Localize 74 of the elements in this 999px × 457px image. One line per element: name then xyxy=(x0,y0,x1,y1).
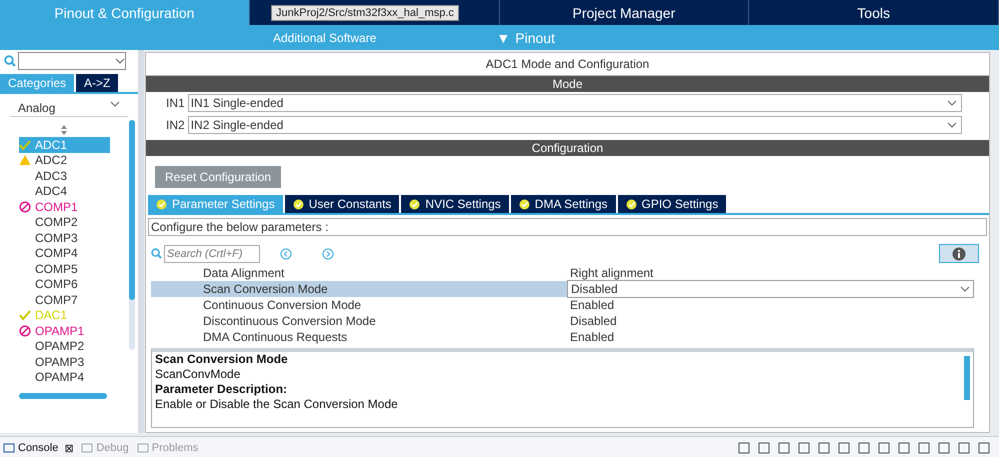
vertical-scrollbar[interactable] xyxy=(129,120,135,350)
chevron-icon[interactable] xyxy=(960,286,970,292)
settings-tab[interactable]: NVIC Settings xyxy=(401,195,509,213)
horizontal-scrollbar[interactable] xyxy=(19,393,107,399)
section-header: Mode xyxy=(146,76,989,92)
peripheral-item[interactable]: COMP3 xyxy=(19,230,110,246)
peripheral-item[interactable]: ADC4 xyxy=(19,184,110,199)
description-line: Enable or Disable the Scan Conversion Mode xyxy=(155,397,399,412)
peripheral-item[interactable]: OPAMP3 xyxy=(19,354,110,370)
category-dropdown[interactable]: Analog xyxy=(10,100,128,117)
input-label: IN1 xyxy=(166,96,185,110)
parameter-name[interactable]: Discontinuous Conversion Mode xyxy=(151,313,567,329)
peripheral-item[interactable]: COMP7 xyxy=(19,292,110,308)
next-icon[interactable] xyxy=(322,248,334,260)
blocked-icon xyxy=(19,324,31,337)
peripheral-item[interactable]: COMP4 xyxy=(19,246,110,261)
search-icon xyxy=(4,55,16,67)
parameter-value: Enabled xyxy=(569,329,616,345)
peripheral-item[interactable]: COMP6 xyxy=(19,276,110,292)
chevron-icon[interactable] xyxy=(115,58,125,64)
mode-dropdown[interactable]: IN2 Single-ended xyxy=(188,116,962,134)
input-label: IN2 xyxy=(166,118,185,132)
previous-icon[interactable] xyxy=(280,248,292,260)
peripheral-item[interactable]: ADC3 xyxy=(19,168,110,184)
settings-tab[interactable]: DMA Settings xyxy=(510,195,616,213)
description-line: Parameter Description: xyxy=(155,382,288,397)
chevron-icon[interactable] xyxy=(946,100,957,106)
check-circle-icon xyxy=(518,198,530,210)
parameter-value: Enabled xyxy=(569,297,616,313)
check-circle-icon xyxy=(292,198,304,210)
chevron-icon[interactable] xyxy=(110,101,120,107)
scrollbar-thumb[interactable] xyxy=(964,356,970,400)
check-circle-icon xyxy=(626,198,636,210)
value-dropdown[interactable]: Disabled xyxy=(567,280,974,298)
info-button[interactable] xyxy=(939,244,979,263)
view-icon xyxy=(3,442,15,454)
peripheral-item[interactable]: COMP1 xyxy=(19,199,110,214)
peripheral-item[interactable]: COMP2 xyxy=(19,214,110,230)
view-tab[interactable]: Console ⊠ xyxy=(3,442,74,454)
check-circle-icon xyxy=(156,198,167,210)
peripheral-item[interactable]: COMP5 xyxy=(19,261,110,276)
blocked-icon xyxy=(19,200,31,213)
parameter-value: Right alignment xyxy=(569,265,654,281)
close-icon[interactable]: ⊠ xyxy=(64,442,74,454)
peripheral-item[interactable]: OPAMP4 xyxy=(19,370,110,385)
peripheral-item[interactable]: ADC2 xyxy=(19,152,110,168)
parameter-value: Disabled xyxy=(569,313,618,329)
peripheral-item[interactable]: OPAMP2 xyxy=(19,338,110,354)
hint-text: Configure the below parameters : xyxy=(148,218,987,236)
check-circle-icon xyxy=(409,198,420,210)
settings-tab[interactable]: User Constants xyxy=(284,195,400,213)
parameter-name[interactable]: Scan Conversion Mode xyxy=(151,281,567,297)
warning-icon xyxy=(19,154,31,166)
description-line: Scan Conversion Mode xyxy=(155,352,289,367)
parameter-name[interactable]: Continuous Conversion Mode xyxy=(151,297,567,313)
peripheral-item[interactable]: OPAMP1 xyxy=(19,323,110,338)
check-icon xyxy=(19,309,31,322)
sort-icon[interactable] xyxy=(60,125,68,135)
view-tab[interactable]: A->Z xyxy=(76,74,118,92)
chevron-icon[interactable] xyxy=(946,122,957,128)
tooltip: JunkProj2/Src/stm32f3xx_hal_msp.c xyxy=(271,5,459,21)
settings-tab[interactable]: GPIO Settings xyxy=(618,195,726,213)
view-icon xyxy=(81,442,94,454)
parameter-name[interactable]: Data Alignment xyxy=(151,265,567,281)
description-line: ScanConvMode xyxy=(155,367,242,382)
search-field[interactable] xyxy=(18,52,126,70)
view-icon xyxy=(136,442,149,454)
mode-dropdown[interactable]: IN1 Single-ended xyxy=(188,94,962,112)
parameter-name[interactable]: DMA Continuous Requests xyxy=(151,329,567,345)
search-icon xyxy=(151,248,162,259)
section-header: Configuration xyxy=(146,140,989,156)
search-field[interactable]: Search (Crtl+F) xyxy=(164,244,260,262)
check-icon xyxy=(19,138,31,151)
info-icon xyxy=(952,246,966,260)
